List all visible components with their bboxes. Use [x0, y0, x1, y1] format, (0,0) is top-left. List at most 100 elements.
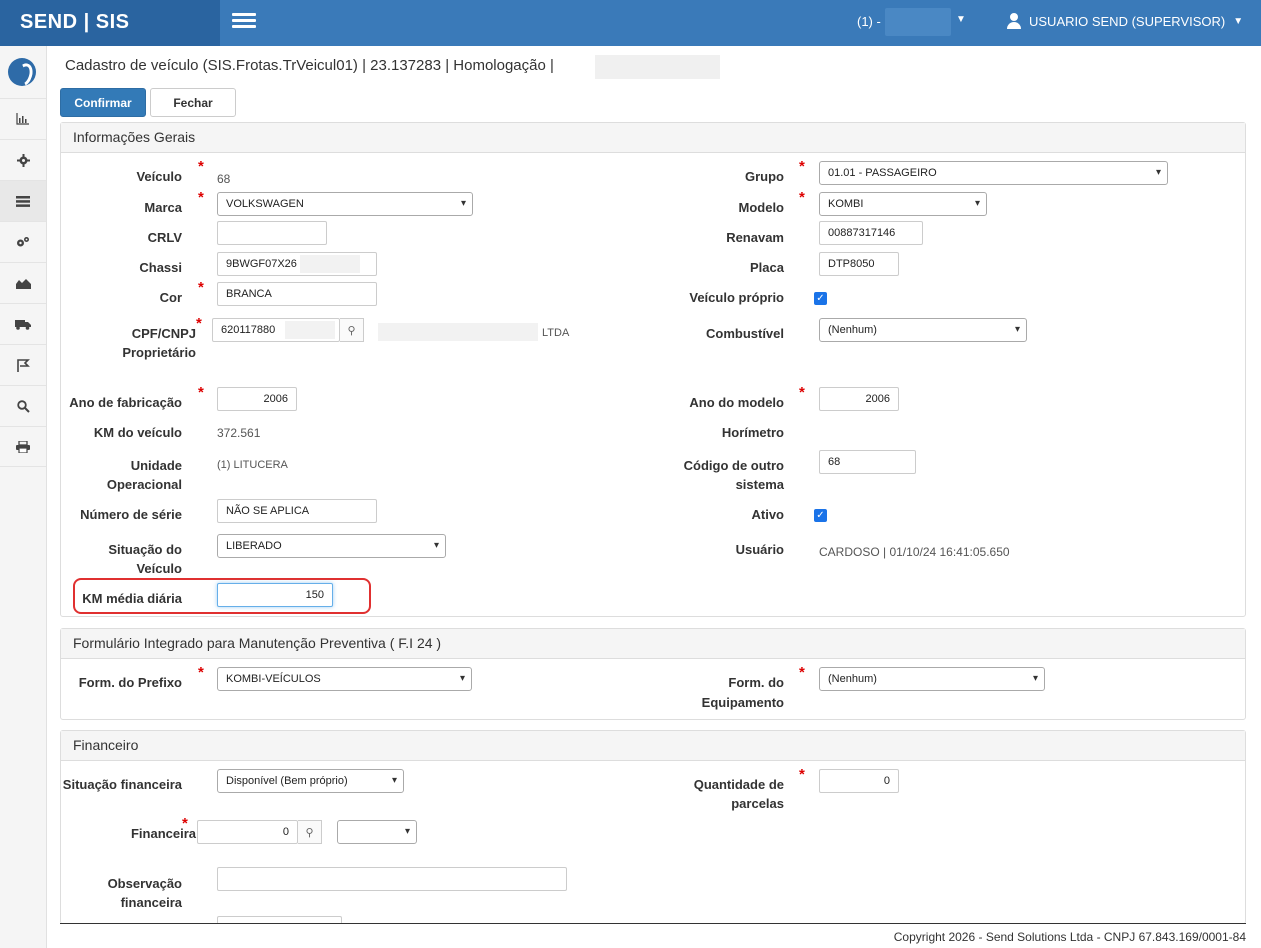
- vehicle-value: 68: [217, 172, 231, 186]
- financial-status-label: Situação financeira: [62, 777, 182, 792]
- financier-input[interactable]: 0: [197, 820, 298, 844]
- divider: [60, 923, 1246, 924]
- sidebar: [0, 46, 47, 948]
- gear-icon[interactable]: [0, 139, 46, 180]
- gears-icon[interactable]: [0, 221, 46, 262]
- user-value: CARDOSO | 01/10/24 16:41:05.650: [819, 545, 1010, 559]
- vehicle-status-value: LIBERADO: [226, 540, 282, 552]
- prefix-form-value: KOMBI-VEÍCULOS: [226, 673, 321, 685]
- required-marker: *: [196, 315, 202, 332]
- model-year-label: Ano do modelo: [689, 395, 784, 410]
- owner-cpf-label-2: Proprietário: [122, 345, 196, 360]
- chassis-label: Chassi: [139, 260, 182, 275]
- app-logo[interactable]: [8, 58, 36, 86]
- chevron-down-icon: ▾: [391, 775, 397, 786]
- top-navbar: SEND | SIS (1) - ▼ USUARIO SEND (SUPERVI…: [0, 0, 1261, 46]
- confirm-button[interactable]: Confirmar: [60, 88, 146, 117]
- daily-average-km-input[interactable]: 150: [217, 583, 333, 607]
- model-select-value: KOMBI: [828, 198, 864, 210]
- equipment-form-value: (Nenhum): [828, 673, 877, 685]
- model-year-input[interactable]: 2006: [819, 387, 899, 411]
- model-select[interactable]: KOMBI ▾: [819, 192, 987, 216]
- group-label: Grupo: [745, 169, 784, 184]
- serial-number-input[interactable]: NÃO SE APLICA: [217, 499, 377, 523]
- chevron-down-icon: ▾: [1155, 167, 1161, 178]
- chevron-down-icon: ▾: [974, 198, 980, 209]
- user-name: USUARIO SEND (SUPERVISOR): [1029, 13, 1226, 29]
- crlv-input[interactable]: [217, 221, 327, 245]
- group-select[interactable]: 01.01 - PASSAGEIRO ▾: [819, 161, 1168, 185]
- renavam-input[interactable]: 00887317146: [819, 221, 923, 245]
- color-input[interactable]: BRANCA: [217, 282, 377, 306]
- hourmeter-label: Horímetro: [721, 425, 784, 440]
- prefix-form-label: Form. do Prefixo: [78, 675, 182, 690]
- operational-unit-label-2: Operacional: [106, 477, 182, 492]
- area-chart-icon[interactable]: [0, 262, 46, 303]
- vehicle-status-select[interactable]: LIBERADO ▾: [217, 534, 446, 558]
- equipment-form-label-2: Equipamento: [701, 695, 784, 710]
- equipment-form-select[interactable]: (Nenhum) ▾: [819, 667, 1045, 691]
- crlv-label: CRLV: [147, 230, 182, 245]
- required-marker: *: [182, 815, 188, 832]
- vehicle-status-label: Situação do: [108, 542, 182, 557]
- brand-select[interactable]: VOLKSWAGEN ▾: [217, 192, 473, 216]
- print-icon[interactable]: [0, 426, 46, 467]
- required-marker: *: [198, 279, 204, 296]
- financial-status-select[interactable]: Disponível (Bem próprio) ▾: [217, 769, 404, 793]
- required-marker: *: [799, 664, 805, 681]
- own-vehicle-label: Veículo próprio: [689, 290, 784, 305]
- required-marker: *: [799, 384, 805, 401]
- other-system-code-input[interactable]: 68: [819, 450, 916, 474]
- daily-average-km-label: KM média diária: [82, 591, 182, 606]
- redacted-area: [285, 321, 335, 339]
- road-sign-icon[interactable]: [0, 344, 46, 385]
- operational-unit-label: Unidade: [130, 458, 182, 473]
- close-button[interactable]: Fechar: [150, 88, 236, 117]
- redacted-area: [595, 55, 720, 79]
- list-icon[interactable]: [0, 180, 46, 221]
- model-label: Modelo: [738, 200, 785, 215]
- manufacture-year-label: Ano de fabricação: [69, 395, 182, 410]
- required-marker: *: [799, 189, 805, 206]
- financial-notes-input[interactable]: [217, 867, 567, 891]
- search-icon[interactable]: [0, 385, 46, 426]
- unit-selector-label[interactable]: (1) -: [857, 14, 881, 29]
- other-system-code-label: Código de outro: [683, 458, 784, 473]
- bar-chart-icon[interactable]: [0, 98, 46, 139]
- own-vehicle-checkbox[interactable]: ✓: [814, 292, 827, 305]
- chevron-down-icon: ▾: [459, 673, 465, 684]
- active-checkbox[interactable]: ✓: [814, 509, 827, 522]
- brand-select-value: VOLKSWAGEN: [226, 198, 304, 210]
- prefix-form-select[interactable]: KOMBI-VEÍCULOS ▾: [217, 667, 472, 691]
- chevron-down-icon: ▾: [433, 540, 439, 551]
- user-label: Usuário: [735, 542, 784, 557]
- required-marker: *: [198, 189, 204, 206]
- financier-label: Financeira: [130, 826, 196, 841]
- fuel-select[interactable]: (Nenhum) ▾: [819, 318, 1027, 342]
- color-label: Cor: [159, 290, 182, 305]
- search-icon[interactable]: ⚲: [298, 820, 322, 844]
- plate-label: Placa: [750, 260, 784, 275]
- installments-input[interactable]: 0: [819, 769, 899, 793]
- manufacture-year-input[interactable]: 2006: [217, 387, 297, 411]
- search-icon[interactable]: ⚲: [340, 318, 364, 342]
- chevron-down-icon: ▾: [404, 826, 410, 837]
- redacted-area: [378, 323, 538, 341]
- redacted-area: [300, 255, 360, 273]
- brand-logo[interactable]: SEND | SIS: [0, 0, 220, 46]
- truck-icon[interactable]: [0, 303, 46, 344]
- serial-number-label: Número de série: [80, 507, 182, 522]
- fuel-label: Combustível: [705, 326, 784, 341]
- required-marker: *: [198, 664, 204, 681]
- financial-notes-label: Observação: [107, 876, 182, 891]
- group-select-value: 01.01 - PASSAGEIRO: [828, 167, 937, 179]
- unit-selector-value[interactable]: [885, 8, 951, 36]
- menu-toggle-icon[interactable]: [232, 13, 256, 33]
- vehicle-label: Veículo: [136, 169, 182, 184]
- user-icon: [1007, 13, 1021, 29]
- financier-select[interactable]: ▾: [337, 820, 417, 844]
- user-menu[interactable]: USUARIO SEND (SUPERVISOR) ▼: [1007, 13, 1243, 29]
- caret-down-icon[interactable]: ▼: [956, 14, 966, 25]
- plate-input[interactable]: DTP8050: [819, 252, 899, 276]
- required-marker: *: [799, 158, 805, 175]
